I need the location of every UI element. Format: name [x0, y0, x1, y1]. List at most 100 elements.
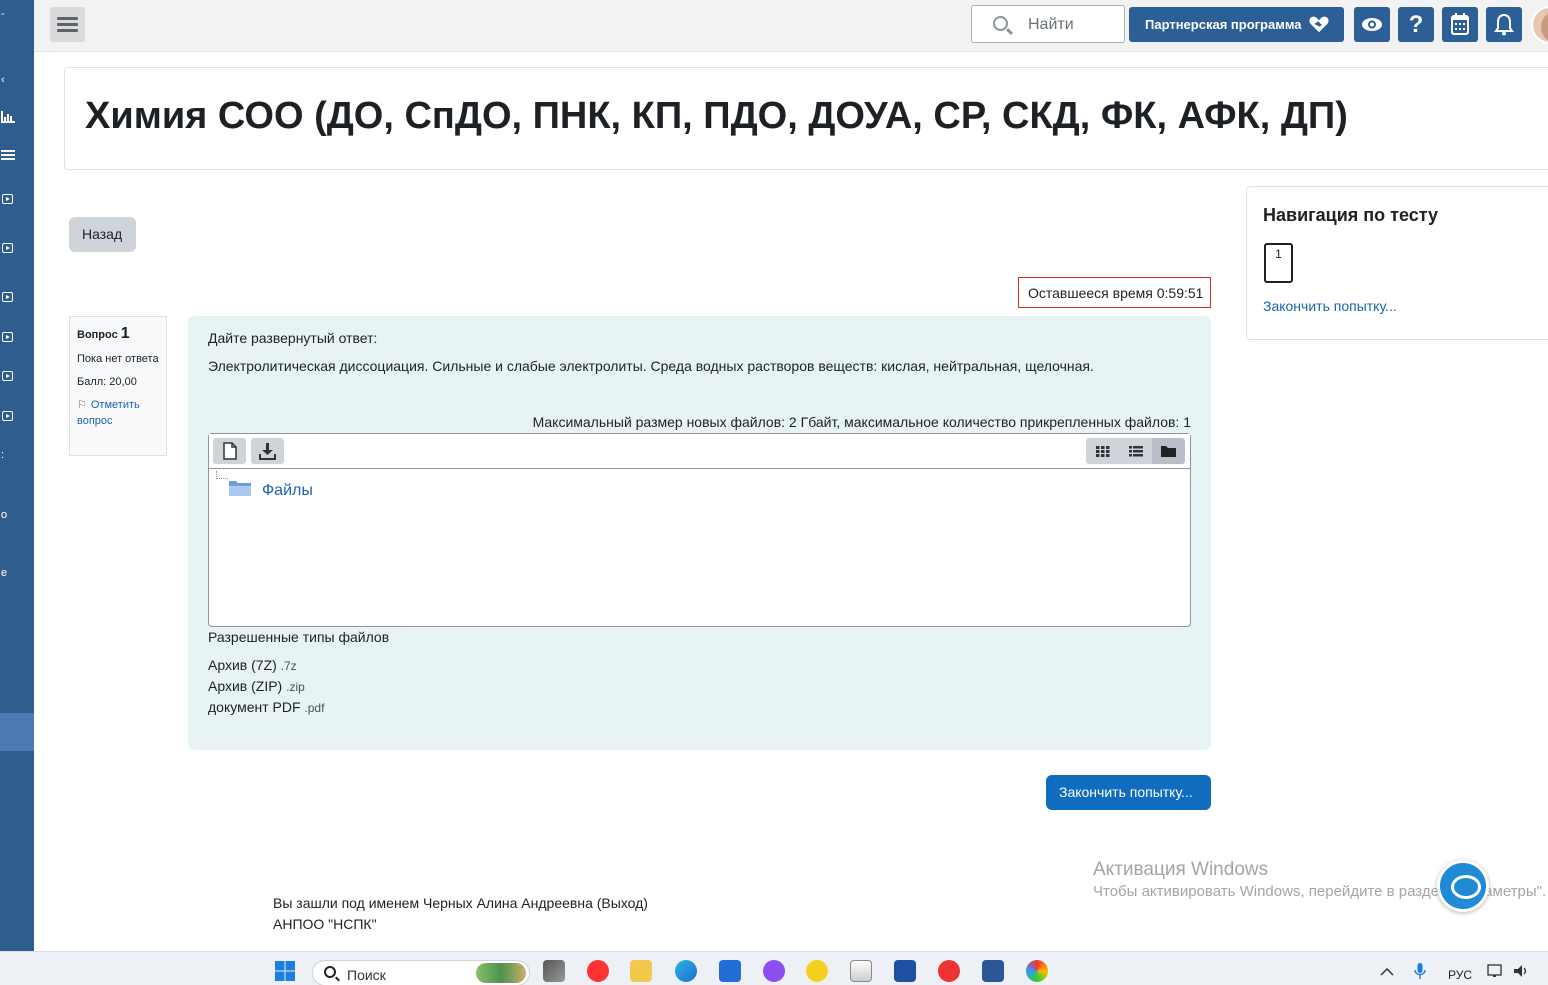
activity-icon[interactable]	[2, 292, 13, 302]
network-icon[interactable]	[1487, 964, 1505, 978]
top-navbar: Найти Партнерская программа ?	[34, 0, 1548, 52]
browser-icon[interactable]	[1026, 960, 1048, 982]
collapse-chevron-icon[interactable]: ‹	[0, 70, 34, 90]
store-icon[interactable]	[850, 960, 872, 982]
activity-icon[interactable]	[2, 332, 13, 342]
windows-taskbar: Поиск РУС	[0, 951, 1548, 985]
flag-icon: ⚐	[77, 399, 87, 411]
view-list-button[interactable]	[1119, 438, 1152, 464]
search-icon	[324, 966, 336, 978]
files-folder-link[interactable]: Файлы	[262, 482, 313, 500]
quiz-navigation-title: Навигация по тесту	[1263, 205, 1439, 225]
question-prompt: Дайте развернутый ответ:	[208, 330, 378, 346]
sidebar-active-item[interactable]	[0, 713, 34, 751]
search-placeholder: Найти	[1028, 16, 1074, 33]
file-icon	[223, 442, 237, 460]
user-avatar[interactable]	[1531, 6, 1548, 44]
file-manager[interactable]: Файлы	[208, 433, 1191, 627]
activity-icon[interactable]	[2, 194, 13, 204]
help-button[interactable]: ?	[1398, 7, 1434, 42]
folder-icon	[1161, 446, 1176, 457]
menu-icon[interactable]	[50, 7, 85, 42]
app-icon[interactable]	[894, 960, 916, 982]
alice-icon[interactable]	[763, 960, 785, 982]
organization-name: АНПОО "НСПК"	[273, 916, 377, 932]
chat-icon[interactable]	[1437, 860, 1489, 912]
view-tree-button[interactable]	[1152, 438, 1185, 464]
sidebar-item[interactable]: -	[0, 4, 34, 24]
partner-program-button[interactable]: Партнерская программа	[1129, 7, 1344, 42]
question-state: Пока нет ответа	[77, 353, 159, 365]
allowed-type-item: Архив (7Z) .7z	[208, 657, 297, 673]
list-icon	[1129, 446, 1143, 457]
word-icon[interactable]	[982, 960, 1004, 982]
file-explorer-icon[interactable]	[630, 960, 652, 982]
flag-question-link[interactable]: ⚐ Отметить вопрос	[77, 397, 159, 429]
view-button[interactable]	[1354, 7, 1390, 42]
yandex-browser-icon[interactable]	[938, 960, 960, 982]
allowed-type-name: Архив (7Z)	[208, 657, 277, 673]
activity-icon[interactable]	[2, 243, 13, 253]
allowed-type-ext: .pdf	[304, 701, 325, 715]
left-drawer-strip: - ‹ : o e	[0, 0, 34, 951]
yandex-icon[interactable]	[587, 960, 609, 982]
folder-icon	[229, 481, 251, 496]
view-icons-button[interactable]	[1086, 438, 1119, 464]
question-content: Дайте развернутый ответ: Электролитическ…	[188, 316, 1211, 750]
yandex-market-icon[interactable]	[806, 960, 828, 982]
bar-chart-icon[interactable]	[0, 110, 34, 130]
microphone-icon[interactable]	[1414, 962, 1426, 980]
taskbar-search-placeholder: Поиск	[347, 967, 386, 983]
task-view-icon[interactable]	[543, 960, 565, 982]
allowed-type-item: документ PDF .pdf	[208, 699, 324, 715]
allowed-type-ext: .zip	[286, 680, 305, 694]
grid-icon	[1096, 446, 1110, 457]
question-number-value: 1	[120, 325, 130, 342]
notifications-button[interactable]	[1486, 7, 1522, 42]
question-number: Вопрос 1	[77, 325, 159, 343]
course-header: Химия СОО (ДО, СпДО, ПНК, КП, ПДО, ДОУА,…	[64, 67, 1548, 170]
partner-program-label: Партнерская программа	[1145, 17, 1302, 32]
allowed-type-name: документ PDF	[208, 699, 301, 715]
allowed-types-title: Разрешенные типы файлов	[208, 629, 390, 645]
volume-icon[interactable]	[1513, 964, 1531, 978]
handshake-icon	[1309, 16, 1329, 33]
calendar-icon	[1451, 13, 1469, 35]
add-file-button[interactable]	[213, 438, 246, 464]
sidebar-item[interactable]: :	[0, 445, 34, 465]
activity-icon[interactable]	[2, 371, 13, 381]
eye-icon	[1362, 18, 1382, 31]
chevron-up-icon[interactable]	[1380, 964, 1394, 976]
tree-connector	[216, 471, 228, 479]
list-icon[interactable]	[0, 148, 34, 168]
course-title: Химия СОО (ДО, СпДО, ПНК, КП, ПДО, ДОУА,…	[85, 95, 1348, 137]
question-info: Вопрос 1 Пока нет ответа Балл: 20,00 ⚐ От…	[69, 316, 167, 456]
activity-icon[interactable]	[2, 411, 13, 421]
allowed-type-ext: .7z	[280, 659, 297, 673]
search-highlight-image	[476, 963, 526, 983]
windows-start-icon[interactable]	[274, 960, 296, 982]
bell-icon	[1494, 13, 1514, 36]
sidebar-item[interactable]: o	[0, 505, 34, 525]
quiz-nav-question-button[interactable]: 1	[1264, 243, 1293, 283]
finish-attempt-button[interactable]: Закончить попытку...	[1046, 775, 1211, 810]
download-icon	[259, 443, 276, 460]
edge-icon[interactable]	[675, 960, 697, 982]
search-box[interactable]: Найти	[971, 5, 1125, 43]
taskbar-search[interactable]: Поиск	[312, 960, 530, 985]
sidebar-item[interactable]: e	[0, 563, 34, 583]
windows-activation-title: Активация Windows	[1093, 859, 1269, 880]
quiz-timer: Оставшееся время 0:59:51	[1018, 277, 1211, 308]
allowed-type-item: Архив (ZIP) .zip	[208, 678, 305, 694]
question-label: Вопрос	[77, 329, 118, 341]
back-button[interactable]: Назад	[69, 217, 136, 252]
search-icon	[993, 16, 1008, 31]
allowed-type-name: Архив (ZIP)	[208, 678, 283, 694]
question-text: Электролитическая диссоциация. Сильные и…	[208, 358, 1094, 374]
finish-attempt-link[interactable]: Закончить попытку...	[1263, 298, 1397, 314]
calendar-button[interactable]	[1442, 7, 1478, 42]
download-all-button[interactable]	[251, 438, 284, 464]
keyboard-language[interactable]: РУС	[1448, 968, 1472, 982]
logged-in-info: Вы зашли под именем Черных Алина Андреев…	[273, 895, 648, 911]
mail-icon[interactable]	[719, 960, 741, 982]
